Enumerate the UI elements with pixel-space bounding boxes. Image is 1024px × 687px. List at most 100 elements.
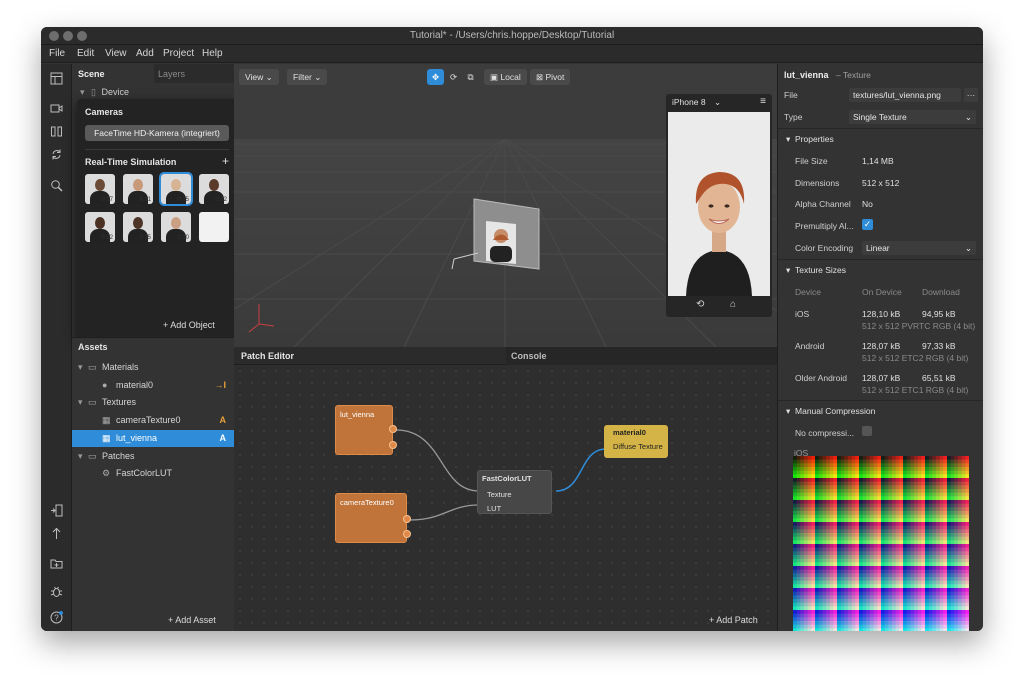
texture-sizes-section-header[interactable]: ▾ Texture Sizes <box>786 265 846 276</box>
menu-edit[interactable]: Edit <box>77 48 94 59</box>
add-folder-icon[interactable] <box>50 557 63 570</box>
expand-arrow-icon: ▾ <box>786 134 791 144</box>
rotate-tool-button[interactable]: ⟳ <box>446 69 461 85</box>
refresh-icon[interactable] <box>50 148 63 161</box>
add-simulation-button[interactable]: + <box>222 154 229 168</box>
simulation-video-thumbnail[interactable]: 0:17 <box>85 174 115 204</box>
asset-row-label: Patches <box>102 450 135 461</box>
filter-dropdown[interactable]: Filter ⌄ <box>287 69 328 85</box>
bug-icon[interactable] <box>50 585 63 598</box>
simulation-video-thumbnail[interactable]: 0:12 <box>199 174 229 204</box>
pivot-label: Pivot <box>545 72 565 82</box>
simulation-video-thumbnail[interactable]: 0:15 <box>123 212 153 242</box>
lut-vienna-node-label: lut_vienna <box>340 410 375 419</box>
material0-node[interactable]: material0 Diffuse Texture <box>604 425 668 458</box>
move-tool-button[interactable]: ✥ <box>427 69 444 85</box>
asset-row[interactable]: ▦ cameraTexture0 A <box>72 412 234 429</box>
asset-status-badge: →I <box>214 379 226 390</box>
scene-viewport[interactable]: View ⌄ Filter ⌄ ✥ ⟳ ⧉ ▣ Local ⊠ Pivot iP… <box>234 64 777 347</box>
color-encoding-select[interactable]: Linear ⌄ <box>862 241 976 255</box>
lut-input-label: LUT <box>487 504 502 513</box>
filter-label: Filter <box>293 72 312 82</box>
chevron-down-icon: ⌄ <box>265 72 273 82</box>
output-port[interactable] <box>389 441 397 449</box>
asset-row-label: Materials <box>102 362 139 372</box>
columns-icon[interactable] <box>50 125 63 138</box>
layout-icon[interactable] <box>50 72 63 85</box>
fastcolorlut-node[interactable]: FastColorLUT Texture LUT <box>477 470 552 514</box>
tab-layers[interactable]: Layers <box>158 64 234 83</box>
export-icon[interactable] <box>50 504 63 517</box>
camera-texture-node[interactable]: cameraTexture0 <box>335 493 407 543</box>
premultiply-alpha-checkbox[interactable]: ✓ <box>862 219 873 230</box>
manual-compression-heading: Manual Compression <box>795 406 876 416</box>
no-compression-checkbox[interactable] <box>862 426 872 436</box>
zoom-icon[interactable] <box>50 179 63 192</box>
device-selector[interactable]: iPhone 8 ⌄ <box>672 97 721 108</box>
cameras-heading: Cameras <box>85 107 124 117</box>
type-select[interactable]: Single Texture ⌄ <box>849 110 976 124</box>
menu-file[interactable]: File <box>49 48 65 59</box>
patch-canvas[interactable]: lut_vienna cameraTexture0 FastColorLUT T… <box>234 365 777 631</box>
asset-row[interactable]: ▾ ▭ Textures <box>72 394 234 411</box>
person-head <box>133 179 143 191</box>
title-bar: Tutorial* - /Users/chris.hoppe/Desktop/T… <box>41 27 983 45</box>
asset-row[interactable]: ● material0 →I <box>72 377 234 394</box>
size-row-download: 94,95 kB <box>922 309 956 319</box>
view-dropdown[interactable]: View ⌄ <box>239 69 279 85</box>
move-icon: ✥ <box>431 72 440 82</box>
texture-sizes-heading: Texture Sizes <box>795 265 847 275</box>
local-toggle[interactable]: ▣ Local <box>484 69 527 85</box>
texture-icon: ▦ <box>102 432 111 443</box>
simulation-video-thumbnail[interactable]: 0:11 <box>123 174 153 204</box>
pivot-toggle[interactable]: ⊠ Pivot <box>530 69 571 85</box>
add-asset-button[interactable]: + Add Asset <box>168 615 216 625</box>
properties-section-header[interactable]: ▾ Properties <box>786 134 834 145</box>
simulation-video-thumbnail[interactable]: 0:15 <box>159 172 193 206</box>
file-size-value: 1,14 MB <box>862 156 894 166</box>
expand-arrow-icon: ▾ <box>78 397 83 408</box>
thumbnail-duration: 0:10 <box>177 235 189 241</box>
add-patch-button[interactable]: + Add Patch <box>709 615 758 625</box>
tab-scene[interactable]: Scene <box>72 64 154 83</box>
file-label: File <box>784 90 798 100</box>
asset-row[interactable]: ⚙ FastColorLUT <box>72 465 234 482</box>
video-camera-icon[interactable] <box>50 102 63 115</box>
asset-row[interactable]: ▦ lut_vienna A <box>72 429 234 447</box>
asset-row[interactable]: ▾ ▭ Patches <box>72 448 234 465</box>
empty-simulation-thumbnail[interactable] <box>199 212 229 242</box>
menu-icon[interactable]: ≡ <box>760 96 766 107</box>
menu-add[interactable]: Add <box>136 48 154 59</box>
upload-icon[interactable] <box>50 527 63 540</box>
asset-row[interactable]: ▾ ▭ Materials <box>72 359 234 376</box>
thumbnail-duration: 0:11 <box>139 197 151 203</box>
output-port[interactable] <box>403 515 411 523</box>
file-browse-button[interactable]: ··· <box>964 88 978 102</box>
output-port[interactable] <box>403 530 411 538</box>
camera-select-button[interactable]: FaceTime HD-Kamera (integriert) <box>85 125 229 141</box>
size-row-device: Older Android <box>795 373 847 383</box>
menu-project[interactable]: Project <box>163 48 194 59</box>
output-port[interactable] <box>389 425 397 433</box>
person-head <box>95 217 105 229</box>
simulation-video-thumbnail[interactable]: 0:10 <box>161 212 191 242</box>
asset-status-badge: A <box>219 432 227 443</box>
window-title: Tutorial* - /Users/chris.hoppe/Desktop/T… <box>409 30 615 41</box>
asset-row-label: lut_vienna <box>116 432 158 443</box>
manual-compression-section-header[interactable]: ▾ Manual Compression <box>786 406 875 417</box>
divider <box>778 400 983 401</box>
column-header-on-device: On Device <box>862 287 902 297</box>
console-tab[interactable]: Console <box>506 347 777 365</box>
menu-help[interactable]: Help <box>202 48 223 59</box>
add-object-button[interactable]: + Add Object <box>163 320 215 330</box>
help-icon[interactable]: ? <box>50 611 63 624</box>
simulation-video-thumbnail[interactable]: 0:12 <box>85 212 115 242</box>
file-field[interactable]: textures/lut_vienna.png <box>849 88 961 102</box>
divider <box>85 149 229 150</box>
rotate-device-icon[interactable]: ⟲ <box>696 299 704 310</box>
flip-camera-icon[interactable]: ⌂ <box>730 299 736 310</box>
menu-view[interactable]: View <box>105 48 127 59</box>
scene-tree-device[interactable]: ▾ ▯ Device <box>80 87 129 98</box>
lut-vienna-node[interactable]: lut_vienna <box>335 405 393 455</box>
scale-tool-button[interactable]: ⧉ <box>463 69 478 85</box>
